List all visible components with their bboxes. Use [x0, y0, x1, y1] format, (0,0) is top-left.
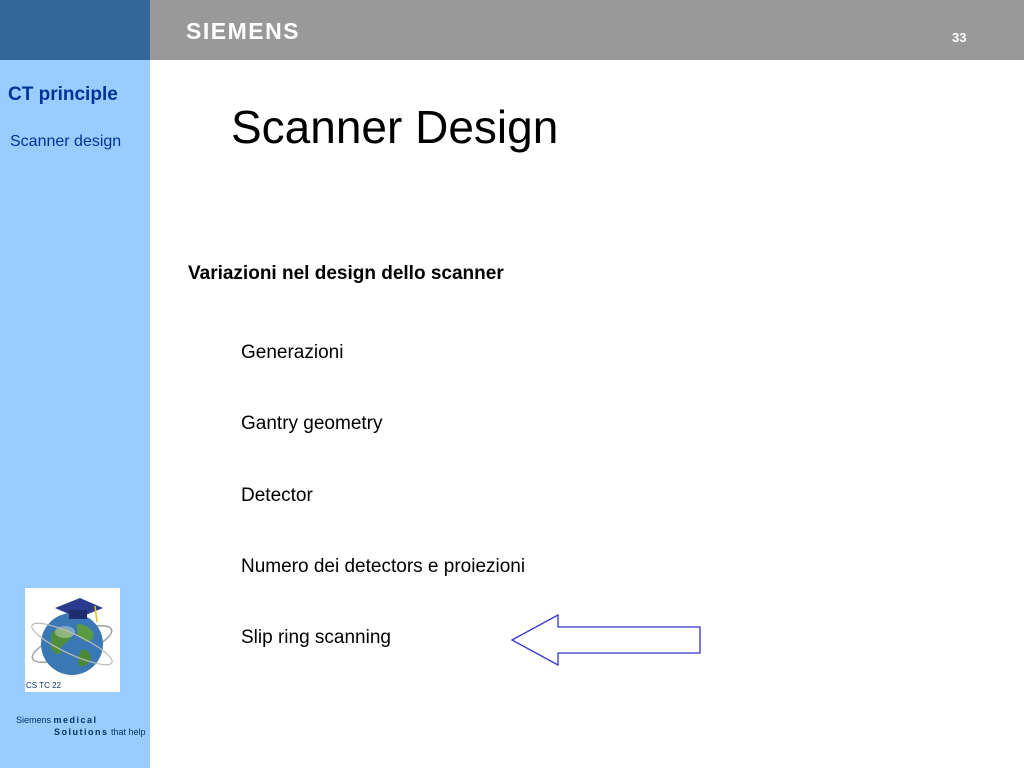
bullet-item: Gantry geometry: [241, 413, 383, 434]
sidebar-subsection[interactable]: Scanner design: [10, 133, 121, 151]
sidebar-section-title[interactable]: CT principle: [8, 84, 118, 106]
slide-subtitle: Variazioni nel design dello scanner: [188, 263, 504, 284]
slide-title: Scanner Design: [231, 101, 559, 153]
left-arrow-icon: [510, 613, 701, 667]
siemens-logo: SIEMENS: [186, 18, 301, 44]
page-number: 33: [952, 30, 967, 45]
bullet-item: Numero dei detectors e proiezioni: [241, 556, 526, 577]
footer-medical: medical: [53, 715, 98, 725]
header-left-block: [0, 0, 150, 60]
footer-siemens: Siemens: [16, 715, 52, 725]
globe-graduation-logo: CS TC 22: [25, 588, 120, 692]
bullet-item: Detector: [241, 485, 313, 506]
header-bar: SIEMENS 33: [0, 0, 1024, 60]
footer-tagline: Siemens medical Solutions that help: [16, 714, 146, 738]
bullet-item: Generazioni: [241, 342, 344, 363]
footer-solutions: Solutions: [54, 727, 109, 737]
globe-icon: [31, 598, 113, 675]
footer-that-help: that help: [111, 727, 146, 737]
logo-caption: CS TC 22: [26, 681, 61, 690]
bullet-item: Slip ring scanning: [241, 627, 391, 648]
